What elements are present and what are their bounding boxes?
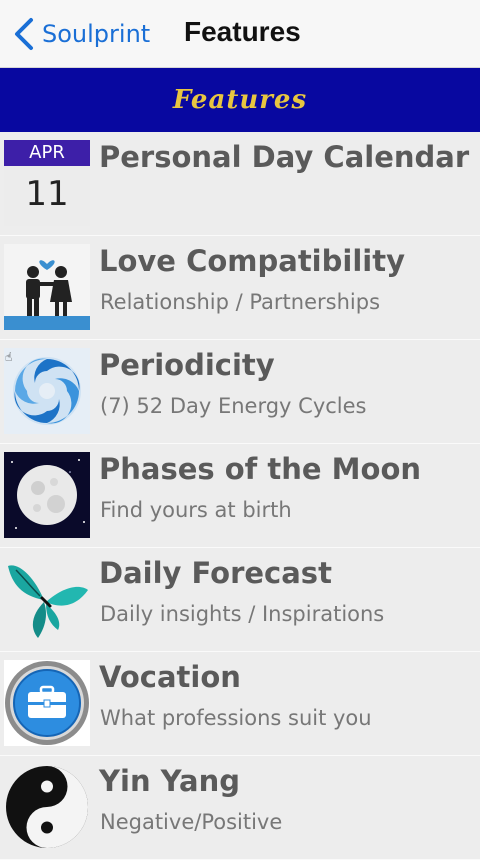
list-item-subtitle: Relationship / Partnerships (100, 290, 381, 314)
list-item-subtitle: (7) 52 Day Energy Cycles (100, 394, 367, 418)
back-label: Soulprint (42, 20, 151, 48)
cycle-swirl-icon (4, 348, 90, 434)
list-item-yin-yang[interactable]: Yin Yang Negative/Positive (0, 756, 480, 860)
list-item-title: Daily Forecast (99, 556, 332, 590)
yin-yang-icon (4, 764, 90, 850)
list-item-phases-of-the-moon[interactable]: Phases of the Moon Find yours at birth (0, 444, 480, 548)
list-item-subtitle: Find yours at birth (100, 498, 292, 522)
list-item-subtitle: Negative/Positive (100, 810, 283, 834)
calendar-day: 11 (25, 174, 69, 214)
list-item-title: Yin Yang (99, 764, 240, 798)
list-item-personal-day-calendar[interactable]: APR 11 Personal Day Calendar (0, 132, 480, 236)
banner-title: Features (172, 85, 308, 115)
list-item-love-compatibility[interactable]: Love Compatibility Relationship / Partne… (0, 236, 480, 340)
features-banner: Features (0, 68, 480, 132)
list-item-title: Love Compatibility (99, 244, 405, 278)
feature-list: APR 11 Personal Day Calendar Love Compat… (0, 132, 480, 860)
chevron-left-icon (15, 18, 33, 50)
list-item-periodicity[interactable]: Periodicity (7) 52 Day Energy Cycles (0, 340, 480, 444)
couple-icon (4, 244, 90, 330)
mouse-pointer-icon: ☝ (5, 350, 13, 364)
calendar-icon: APR 11 (4, 140, 90, 226)
list-item-title: Vocation (99, 660, 241, 694)
briefcase-icon (4, 660, 90, 746)
list-item-subtitle: Daily insights / Inspirations (100, 602, 385, 626)
page-title: Features (184, 16, 301, 47)
list-item-daily-forecast[interactable]: Daily Forecast Daily insights / Inspirat… (0, 548, 480, 652)
back-button[interactable]: Soulprint (12, 14, 150, 54)
list-item-vocation[interactable]: Vocation What professions suit you (0, 652, 480, 756)
list-item-subtitle: What professions suit you (100, 706, 372, 730)
list-item-title: Personal Day Calendar (99, 140, 470, 174)
list-item-title: Periodicity (99, 348, 275, 382)
calendar-month: APR (4, 140, 90, 166)
moon-icon (4, 452, 90, 538)
nav-bar: Soulprint Features (0, 0, 480, 68)
butterfly-icon (4, 556, 90, 642)
list-item-title: Phases of the Moon (99, 452, 422, 486)
